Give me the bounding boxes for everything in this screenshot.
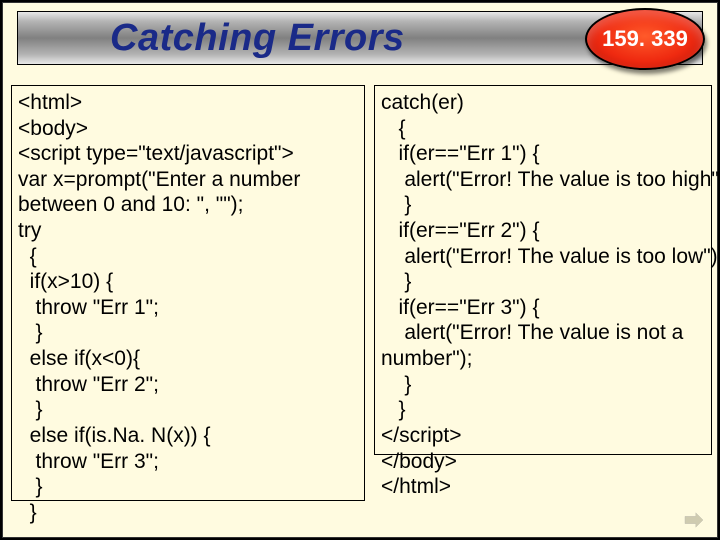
code-block-right: catch(er) { if(er=="Err 1") { alert("Err… xyxy=(381,90,705,500)
next-arrow-icon[interactable] xyxy=(683,511,705,529)
code-panel-left: <html> <body> <script type="text/javascr… xyxy=(11,85,365,501)
code-block-left: <html> <body> <script type="text/javascr… xyxy=(18,90,358,525)
slide: Catching Errors 159. 339 <html> <body> <… xyxy=(2,2,718,538)
code-panel-right: catch(er) { if(er=="Err 1") { alert("Err… xyxy=(374,85,712,455)
slide-number: 159. 339 xyxy=(602,26,688,52)
slide-number-badge: 159. 339 xyxy=(585,8,705,70)
slide-title: Catching Errors xyxy=(110,17,405,60)
